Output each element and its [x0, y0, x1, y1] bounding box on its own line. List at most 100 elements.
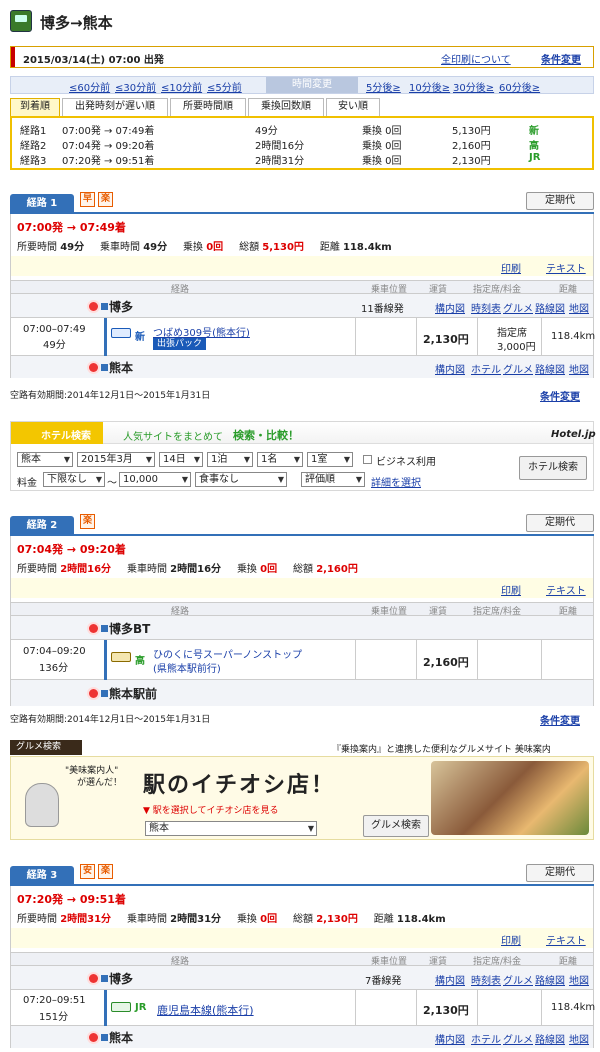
- req-time: 2時間31分: [60, 914, 112, 925]
- route-map-link[interactable]: 路線図: [535, 361, 565, 376]
- commuter-pass-button[interactable]: 定期代: [526, 514, 594, 532]
- station-name[interactable]: 熊本: [109, 359, 133, 376]
- station-name[interactable]: 熊本駅前: [109, 685, 157, 702]
- text-link[interactable]: テキスト: [546, 932, 586, 947]
- minus-10-link[interactable]: ≤10分前: [161, 79, 202, 94]
- summary-route-name[interactable]: 経路3: [20, 152, 46, 167]
- tab-arrival[interactable]: 到着順: [10, 98, 60, 116]
- timetable-link[interactable]: 時刻表: [471, 300, 501, 315]
- tab-transfers[interactable]: 乗換回数順: [248, 98, 324, 116]
- station-name[interactable]: 博多: [109, 298, 133, 315]
- summary-route-name[interactable]: 経路1: [20, 122, 46, 137]
- tab-cheapest[interactable]: 安い順: [326, 98, 380, 116]
- kounai-link[interactable]: 構内図: [435, 361, 465, 376]
- route-1-info: 所要時間 49分 乗車時間 49分 乗換 0回 総額 5,130円 距離 118…: [17, 238, 392, 253]
- timetable-link[interactable]: 時刻表: [471, 972, 501, 987]
- station-name[interactable]: 熊本: [109, 1029, 133, 1046]
- gourmet-search-button[interactable]: グルメ検索: [363, 815, 429, 837]
- rating-select[interactable]: 評価順: [301, 472, 365, 487]
- route-1-tab[interactable]: 経路 1: [10, 194, 74, 214]
- minus-60-link[interactable]: ≤60分前: [69, 79, 110, 94]
- time-shift-bar: ≤60分前 ≤30分前 ≤10分前 ≤5分前 時間変更 5分後≥ 10分後≥ 3…: [10, 76, 594, 94]
- people-select[interactable]: 1名: [257, 452, 303, 467]
- hotel-link[interactable]: ホテル: [471, 1031, 501, 1046]
- segment-row: 07:04–09:20 136分 高 ひのくに号スーパーノンストップ (県熊本駅…: [11, 640, 593, 680]
- business-checkbox[interactable]: [363, 455, 372, 464]
- gourmet-subtext: ▼ 駅を選択してイチオシ店を見る: [143, 806, 279, 816]
- hotel-search-button[interactable]: ホテル検索: [519, 456, 587, 480]
- plus-5-link[interactable]: 5分後≥: [366, 79, 401, 94]
- time-change-button[interactable]: 時間変更: [266, 77, 358, 93]
- table-header: 経路 乗車位置 運賃 指定席/料金 距離: [11, 952, 593, 967]
- divider: [541, 318, 542, 356]
- meal-select[interactable]: 食事なし: [195, 472, 287, 487]
- condition-change-link[interactable]: 条件変更: [541, 51, 581, 66]
- business-pack-badge[interactable]: 出張パック: [153, 338, 207, 350]
- minus-5-link[interactable]: ≤5分前: [207, 79, 242, 94]
- route-map-link[interactable]: 路線図: [535, 300, 565, 315]
- route-map-link[interactable]: 路線図: [535, 972, 565, 987]
- min-price-select[interactable]: 下限なし: [43, 472, 105, 487]
- route-map-link[interactable]: 路線図: [535, 1031, 565, 1046]
- map-link[interactable]: 地図: [569, 361, 589, 376]
- detail-link[interactable]: 詳細を選択: [371, 474, 421, 489]
- gourmet-link[interactable]: グルメ: [503, 300, 533, 315]
- pass-label: 定期代: [545, 517, 575, 528]
- pref-select[interactable]: 熊本: [17, 452, 73, 467]
- gourmet-link[interactable]: グルメ: [503, 1031, 533, 1046]
- map-link[interactable]: 地図: [569, 300, 589, 315]
- condition-change-link[interactable]: 条件変更: [540, 388, 580, 403]
- tab-duration[interactable]: 所要時間順: [170, 98, 246, 116]
- day-select[interactable]: 14日: [159, 452, 203, 467]
- station-row: 熊本駅前: [11, 680, 593, 706]
- hotel-link[interactable]: ホテル: [471, 361, 501, 376]
- train-name-link[interactable]: つばめ309号(熊本行): [153, 324, 250, 339]
- bus-name[interactable]: ひのくに号スーパーノンストップ: [153, 646, 302, 661]
- commuter-pass-button[interactable]: 定期代: [526, 864, 594, 882]
- station-name[interactable]: 博多BT: [109, 620, 150, 637]
- pass-label: 定期代: [545, 195, 575, 206]
- train-name-link[interactable]: 鹿児島本線(熊本行): [157, 1002, 254, 1018]
- minus-30-link[interactable]: ≤30分前: [115, 79, 156, 94]
- tab-late-departure[interactable]: 出発時刻が遅い順: [62, 98, 168, 116]
- table-header: 経路 乗車位置 運賃 指定席/料金 距離: [11, 280, 593, 295]
- text-link[interactable]: テキスト: [546, 260, 586, 275]
- hotel-brand-logo: Hotel.jp: [551, 429, 596, 440]
- req-time: 49分: [60, 242, 85, 253]
- print-all-link[interactable]: 全印刷について: [441, 51, 511, 66]
- plus-10-link[interactable]: 10分後≥: [409, 79, 450, 94]
- pass-label: 定期代: [545, 867, 575, 878]
- print-link[interactable]: 印刷: [501, 260, 521, 275]
- distance: 118.4km: [343, 242, 392, 253]
- commuter-pass-button[interactable]: 定期代: [526, 192, 594, 210]
- gourmet-panel: "美味案内人" が選んだ！ 駅のイチオシ店！ ▼ 駅を選択してイチオシ店を見る …: [10, 756, 594, 840]
- max-price-select[interactable]: 10,000: [119, 472, 191, 487]
- station-name[interactable]: 博多: [109, 970, 133, 987]
- station-select[interactable]: 熊本: [145, 821, 317, 836]
- map-link[interactable]: 地図: [569, 972, 589, 987]
- station-row: 博多 11番線発 構内図 時刻表 グルメ 路線図 地図: [11, 294, 593, 318]
- gourmet-link[interactable]: グルメ: [503, 972, 533, 987]
- gourmet-link[interactable]: グルメ: [503, 361, 533, 376]
- nights-select[interactable]: 1泊: [207, 452, 253, 467]
- kounai-link[interactable]: 構内図: [435, 972, 465, 987]
- segment-fare: 2,160円: [423, 656, 469, 669]
- kounai-link[interactable]: 構内図: [435, 1031, 465, 1046]
- plus-60-link[interactable]: 60分後≥: [499, 79, 540, 94]
- summary-route-name[interactable]: 経路2: [20, 137, 46, 152]
- text-link[interactable]: テキスト: [546, 582, 586, 597]
- plus-30-link[interactable]: 30分後≥: [453, 79, 494, 94]
- condition-change-link[interactable]: 条件変更: [540, 712, 580, 727]
- route-3-tab[interactable]: 経路 3: [10, 866, 74, 886]
- kounai-link[interactable]: 構内図: [435, 300, 465, 315]
- summary-tag: JR: [529, 152, 541, 163]
- print-link[interactable]: 印刷: [501, 582, 521, 597]
- map-link[interactable]: 地図: [569, 1031, 589, 1046]
- fee-label: 料金: [17, 478, 37, 489]
- month-select[interactable]: 2015年3月: [77, 452, 155, 467]
- transfer-label: 乗換: [236, 564, 257, 575]
- total-fare: 2,160円: [316, 564, 358, 575]
- rooms-select[interactable]: 1室: [307, 452, 353, 467]
- print-link[interactable]: 印刷: [501, 932, 521, 947]
- route-2-tab[interactable]: 経路 2: [10, 516, 74, 536]
